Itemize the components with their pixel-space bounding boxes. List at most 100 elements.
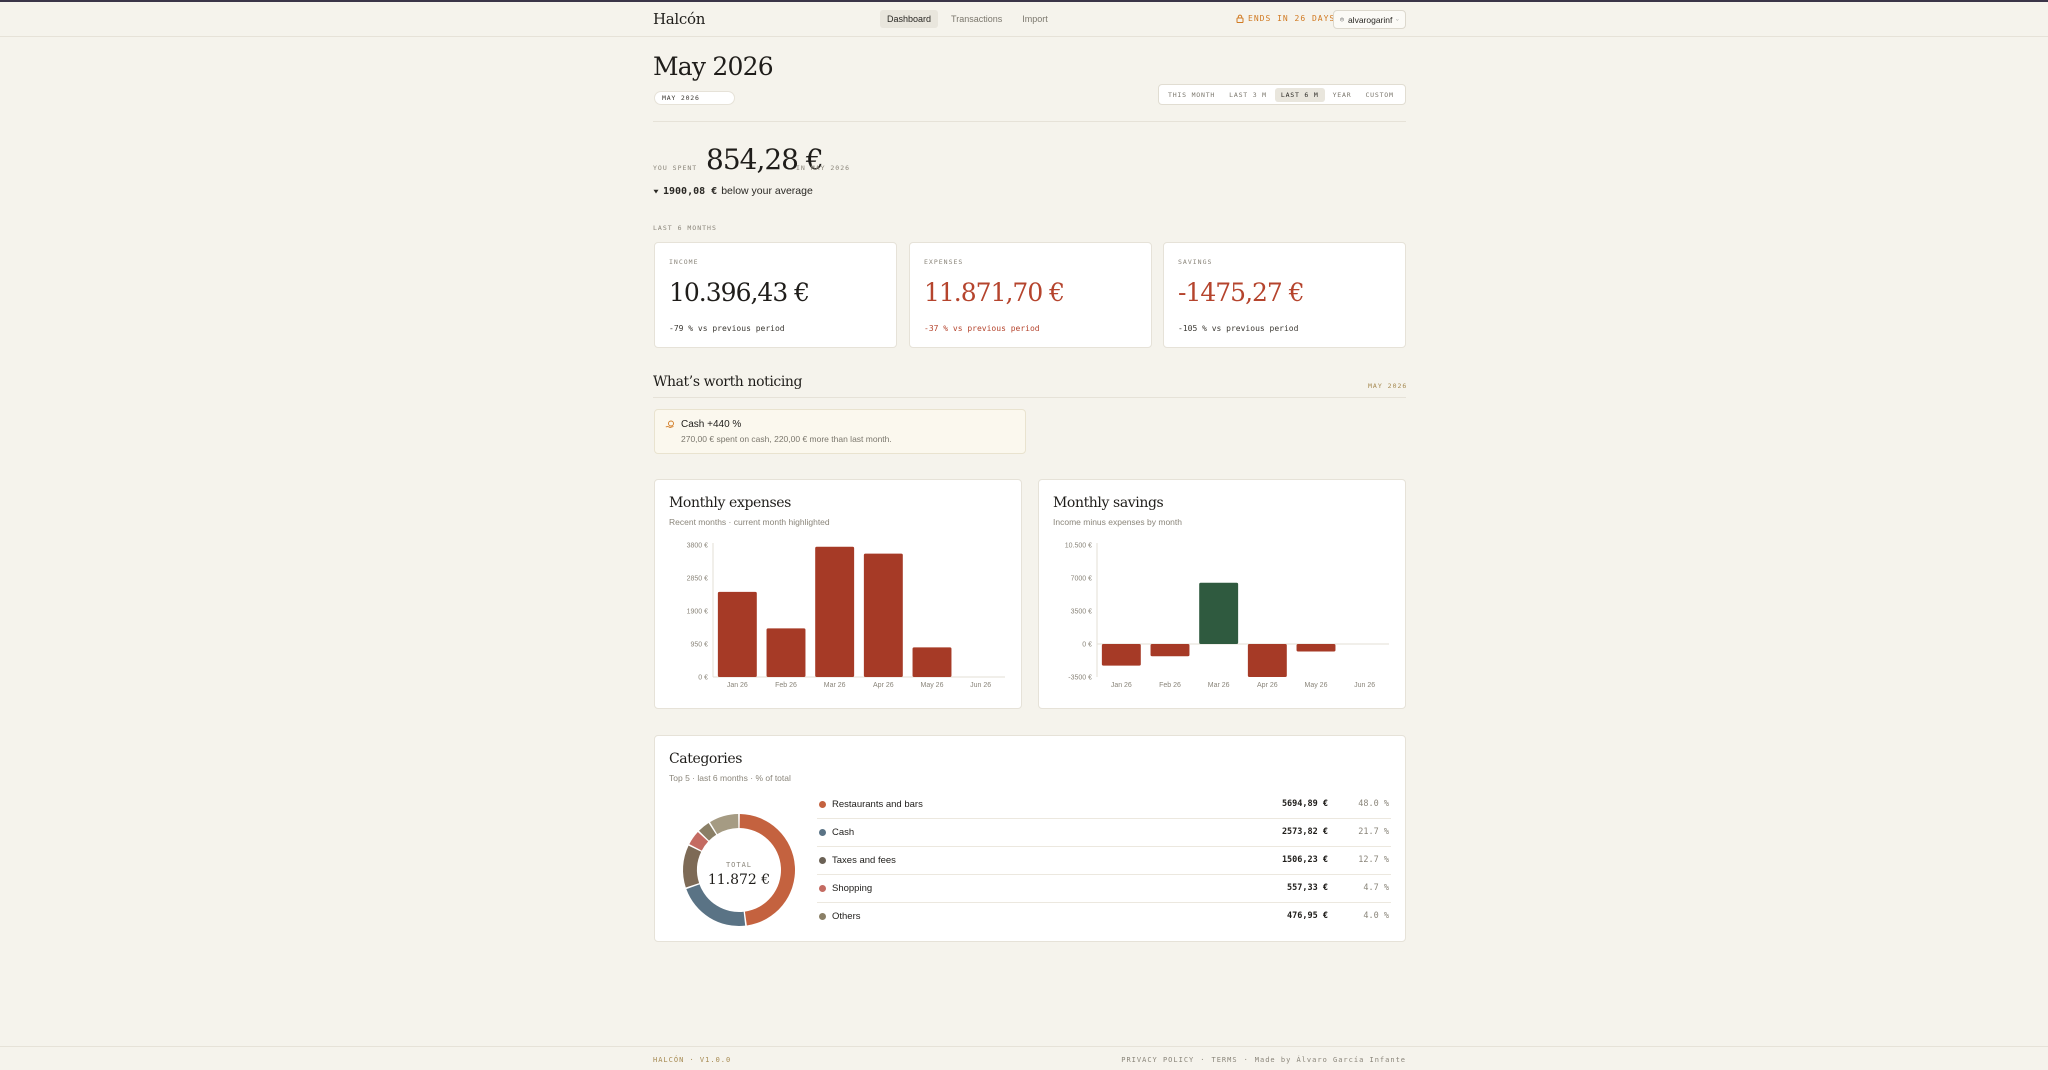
savings-xtick-label: Jun 26	[1354, 682, 1375, 689]
footer-version: HALCÓN · V1.0.0	[653, 1056, 732, 1064]
expenses-bar[interactable]	[863, 553, 903, 677]
category-percent: 4.0 %	[1363, 911, 1389, 921]
savings-card[interactable]: SAVINGS -1475,27 € -105 % vs previous pe…	[1163, 242, 1406, 348]
category-name: Taxes and fees	[832, 855, 896, 866]
savings-change: -105 % vs previous period	[1178, 324, 1299, 333]
category-amount: 476,95 €	[1287, 911, 1328, 921]
expenses-bar[interactable]	[717, 591, 757, 677]
expenses-xtick-label: Jan 26	[727, 682, 748, 689]
noticing-date: MAY 2026	[1368, 382, 1408, 390]
expenses-xtick-label: Jun 26	[970, 682, 991, 689]
noticing-title: What’s worth noticing	[653, 374, 803, 390]
category-percent: 21.7 %	[1358, 827, 1389, 837]
savings-xtick-label: Jan 26	[1111, 682, 1132, 689]
categories-card: Categories Top 5 · last 6 months · % of …	[654, 735, 1406, 942]
trial-badge[interactable]: ENDS IN 26 DAYS	[1236, 14, 1335, 23]
username: alvarogarinf	[1347, 14, 1393, 25]
range-tabs: THIS MONTH LAST 3 M LAST 6 M YEAR CUSTOM	[1158, 84, 1406, 105]
triangle-down-icon	[653, 189, 659, 193]
savings-bar[interactable]	[1247, 644, 1287, 677]
category-list: Restaurants and bars 5694,89 € 48.0 % Ca…	[655, 736, 1407, 943]
savings-bar-chart: 10.500 € 7000 € 3500 € 0 € -3500 € Jan 26 Feb …	[1065, 543, 1389, 689]
expenses-change: -37 % vs previous period	[924, 324, 1040, 333]
footer-separator: ·	[1200, 1056, 1206, 1064]
category-name: Cash	[832, 827, 855, 838]
category-amount: 557,33 €	[1287, 883, 1328, 893]
page-title: May 2026	[653, 52, 774, 81]
savings-bar[interactable]	[1150, 644, 1190, 657]
app-logo[interactable]: Halcón	[653, 10, 705, 28]
period-label: LAST 6 MONTHS	[653, 224, 717, 232]
chevron-down-icon	[1396, 18, 1399, 21]
divider	[653, 397, 1406, 398]
savings-bar[interactable]	[1101, 644, 1141, 666]
monthly-expenses-card: Monthly expenses Recent months · current…	[654, 479, 1022, 709]
footer-separator: ·	[1243, 1056, 1249, 1064]
expenses-bar[interactable]	[766, 628, 806, 677]
savings-xtick-label: Feb 26	[1159, 682, 1181, 689]
category-percent: 48.0 %	[1358, 799, 1389, 809]
nav-transactions[interactable]: Transactions	[944, 10, 1009, 28]
category-amount: 1506,23 €	[1281, 855, 1328, 865]
nav-dashboard[interactable]: Dashboard	[880, 10, 939, 28]
lock-icon	[1236, 14, 1244, 23]
tab-this-month[interactable]: THIS MONTH	[1162, 88, 1221, 102]
user-menu-button[interactable]: alvarogarinf	[1333, 10, 1406, 29]
savings-value: -1475,27 €	[1178, 278, 1305, 307]
nav-import[interactable]: Import	[1015, 10, 1055, 28]
savings-bar[interactable]	[1199, 582, 1239, 644]
category-percent: 4.7 %	[1363, 883, 1389, 893]
category-row-taxes[interactable]: Taxes and fees 1506,23 € 12.7 %	[817, 847, 1391, 875]
spent-suffix: IN MAY 2026	[796, 164, 851, 172]
terms-link[interactable]: TERMS	[1211, 1056, 1237, 1064]
expenses-value: 11.871,70 €	[924, 278, 1065, 307]
expenses-bar[interactable]	[815, 546, 855, 677]
category-name: Shopping	[832, 883, 873, 894]
trial-text: ENDS IN 26 DAYS	[1248, 14, 1336, 23]
below-average-line: 1900,08 € below your average	[653, 185, 813, 197]
category-row-cash[interactable]: Cash 2573,82 € 21.7 %	[817, 819, 1391, 847]
spent-label: YOU SPENT	[653, 164, 698, 172]
savings-ytick-label: -3500 €	[1068, 675, 1092, 682]
insight-title: Cash +440 %	[681, 419, 742, 430]
tab-last-3m[interactable]: LAST 3 M	[1223, 88, 1273, 102]
tab-year[interactable]: YEAR	[1327, 88, 1358, 102]
period-chip[interactable]: MAY 2026	[654, 91, 735, 105]
expenses-card[interactable]: EXPENSES 11.871,70 € -37 % vs previous p…	[909, 242, 1152, 348]
expenses-xtick-label: May 26	[921, 682, 944, 689]
expenses-bar[interactable]	[912, 647, 952, 677]
income-card[interactable]: INCOME 10.396,43 € -79 % vs previous per…	[654, 242, 897, 348]
insight-body: 270,00 € spent on cash, 220,00 € more th…	[681, 434, 892, 444]
expenses-bar-chart: 3800 € 2850 € 1900 € 950 € 0 € Jan 26 Feb 26 Ma…	[687, 543, 1005, 689]
savings-ytick-label: 3500 €	[1071, 609, 1093, 616]
category-name: Others	[832, 911, 861, 922]
savings-xtick-label: May 26	[1305, 682, 1328, 689]
category-name: Restaurants and bars	[832, 799, 923, 810]
privacy-link[interactable]: PRIVACY POLICY	[1121, 1056, 1194, 1064]
category-color-dot	[819, 857, 826, 864]
expenses-ytick-label: 950 €	[690, 642, 708, 649]
category-row-others[interactable]: Others 476,95 € 4.0 %	[817, 903, 1391, 931]
savings-xtick-label: Apr 26	[1257, 682, 1278, 689]
savings-ytick-label: 10.500 €	[1065, 543, 1092, 550]
income-change: -79 % vs previous period	[669, 324, 785, 333]
hand-coin-icon	[665, 420, 674, 428]
divider	[653, 121, 1406, 122]
monthly-savings-card: Monthly savings Income minus expenses by…	[1038, 479, 1406, 709]
category-color-dot	[819, 913, 826, 920]
category-row-restaurants[interactable]: Restaurants and bars 5694,89 € 48.0 %	[817, 791, 1391, 819]
tab-last-6m[interactable]: LAST 6 M	[1274, 87, 1325, 102]
main-nav: Dashboard Transactions Import	[880, 10, 1055, 28]
category-color-dot	[819, 885, 826, 892]
insight-card[interactable]: Cash +440 % 270,00 € spent on cash, 220,…	[654, 409, 1026, 454]
category-row-shopping[interactable]: Shopping 557,33 € 4.7 %	[817, 875, 1391, 903]
expenses-xtick-label: Feb 26	[775, 682, 797, 689]
tab-custom[interactable]: CUSTOM	[1359, 88, 1399, 102]
expenses-xtick-label: Apr 26	[873, 682, 894, 689]
expenses-ytick-label: 0 €	[698, 675, 708, 682]
expenses-ytick-label: 1900 €	[687, 609, 709, 616]
below-text: below your average	[721, 185, 813, 197]
savings-bar[interactable]	[1296, 644, 1336, 652]
expenses-ytick-label: 2850 €	[687, 576, 709, 583]
category-amount: 5694,89 €	[1281, 799, 1328, 809]
